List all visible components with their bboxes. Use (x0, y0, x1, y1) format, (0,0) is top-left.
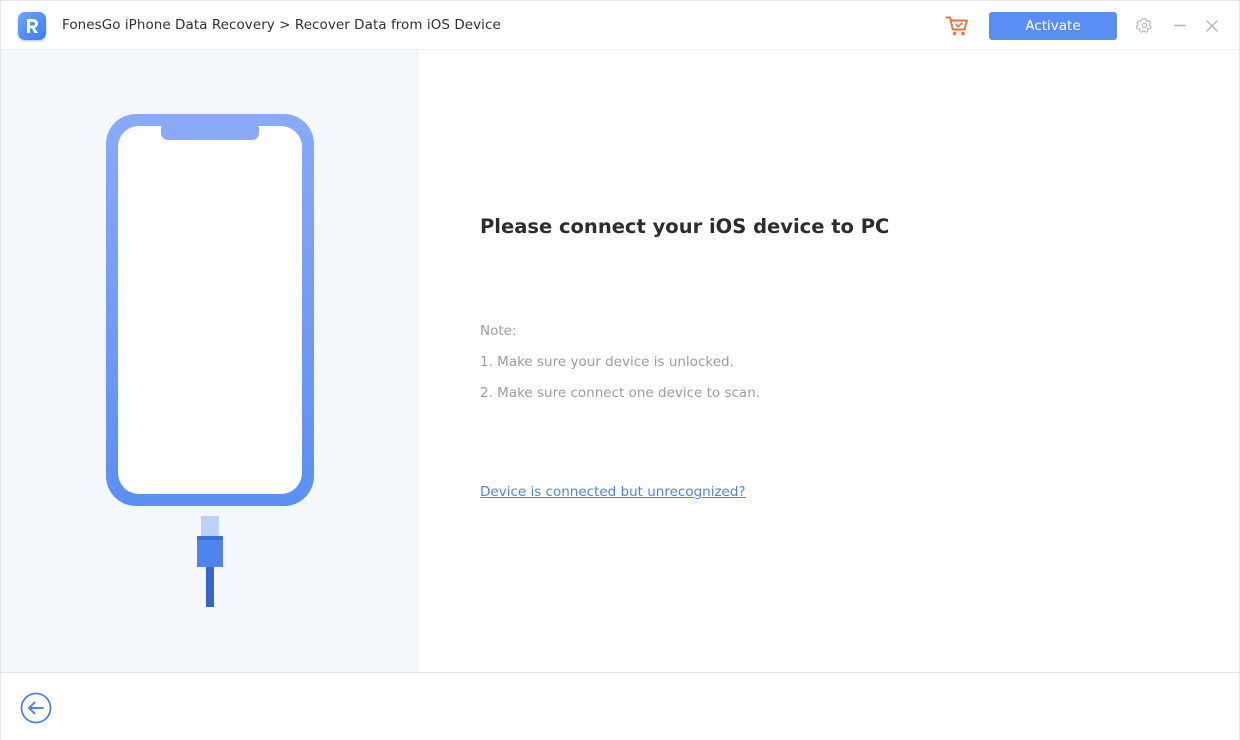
arrow-left-circle-icon (20, 692, 52, 724)
back-button[interactable] (20, 692, 52, 724)
minimize-icon[interactable] (1173, 17, 1187, 34)
gear-icon[interactable] (1135, 17, 1153, 34)
note-label: Note: (480, 323, 517, 339)
note-item: 1. Make sure your device is unlocked. (480, 354, 734, 370)
footer-bar (1, 672, 1239, 740)
phone-screen (118, 126, 302, 494)
app-window: FonesGo iPhone Data Recovery > Recover D… (0, 0, 1240, 740)
illustration-panel (1, 50, 419, 672)
cable-wire (206, 567, 214, 607)
page-title: Please connect your iOS device to PC (480, 215, 890, 238)
note-item: 2. Make sure connect one device to scan. (480, 385, 761, 401)
app-logo-icon (18, 12, 46, 40)
device-unrecognized-link[interactable]: Device is connected but unrecognized? (480, 484, 746, 500)
cart-icon[interactable] (945, 15, 969, 37)
title-bar: FonesGo iPhone Data Recovery > Recover D… (1, 1, 1239, 50)
close-icon[interactable] (1205, 18, 1219, 32)
window-title: FonesGo iPhone Data Recovery > Recover D… (62, 17, 501, 33)
phone-notch (161, 122, 259, 140)
phone-illustration (106, 114, 314, 607)
cable-plug (197, 536, 223, 567)
activate-button[interactable]: Activate (989, 12, 1117, 40)
cable-connector-tip (201, 516, 219, 536)
